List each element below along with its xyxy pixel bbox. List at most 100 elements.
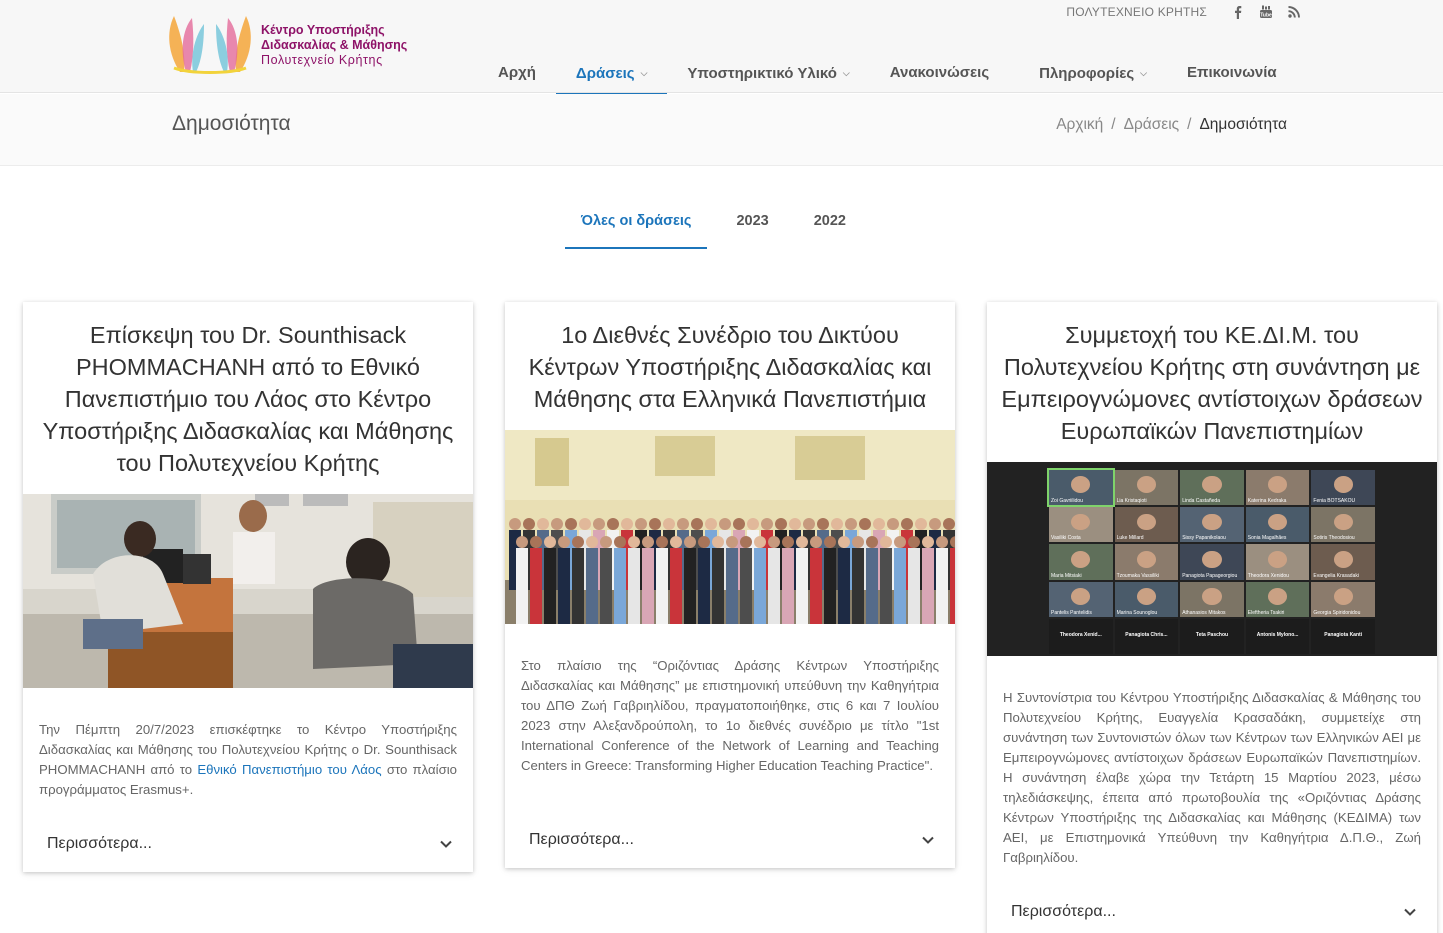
chevron-down-icon[interactable] [921, 833, 935, 847]
participant-face [1071, 550, 1091, 568]
participant-tile: Maria Mitsiaki [1049, 544, 1113, 580]
participant-face [1202, 550, 1222, 568]
participant-face [1268, 476, 1288, 494]
participant-face [1268, 513, 1288, 531]
participant-tile: Panagiota Kanti [1311, 618, 1375, 654]
participant-face [1333, 476, 1353, 494]
participant-tile: Panagiota Chris... [1114, 618, 1179, 654]
participant-name: Tzoumaka Vassiliki [1116, 572, 1160, 579]
participant-face [1071, 476, 1091, 494]
read-more-row[interactable]: Περισσότερα... [529, 829, 935, 851]
participant-tile: Theodora Xenidou [1245, 544, 1310, 580]
card-title[interactable]: 1ο Διεθνές Συνέδριο του Δικτύου Κέντρων … [505, 302, 955, 415]
tab-2022[interactable]: 2022 [798, 200, 862, 249]
tab-2023[interactable]: 2023 [720, 200, 784, 249]
participant-name: Panagiota Papageorgiou [1182, 572, 1238, 579]
participant-face [1136, 587, 1156, 605]
participant-face [1268, 587, 1288, 605]
read-more-link[interactable]: Περισσότερα... [47, 835, 152, 853]
nav-label: Επικοινωνία [1187, 64, 1277, 81]
participant-tile: Tzoumaka Vassiliki [1114, 544, 1179, 580]
logo-line-1: Κέντρο Υποστήριξης [261, 23, 385, 37]
participant-tile: Pantelis Pantelidis [1049, 581, 1113, 617]
site-logo[interactable]: Κέντρο Υποστήριξης Διδασκαλίας & Μάθησης… [160, 12, 410, 76]
breadcrumb-current: Δημοσιότητα [1199, 116, 1287, 133]
page-title-bar: Δημοσιότητα Αρχική / Δράσεις / Δημοσιότη… [0, 94, 1443, 166]
participant-name: Antonis Mylono... [1256, 632, 1299, 639]
participant-name: Maria Mitsiaki [1051, 572, 1082, 579]
nav-item-announcements[interactable]: Ανακοινώσεις [870, 52, 1019, 94]
participant-tile: Luke Millard [1114, 507, 1179, 543]
tab-all-actions[interactable]: Όλες οι δράσεις [565, 200, 708, 249]
breadcrumb-separator: / [1111, 116, 1116, 133]
site-header: Κέντρο Υποστήριξης Διδασκαλίας & Μάθησης… [0, 0, 1443, 95]
participant-tile: Georgia Spiridonidou [1311, 581, 1375, 617]
participant-name: Vasiliki Costa [1051, 535, 1081, 542]
card-photo[interactable]: Zoi Gavriilidou Lia Kristaqioti Linda Cast… [987, 462, 1437, 656]
participant-name: Pantelis Pantelidis [1051, 609, 1092, 616]
logo-line-2: Διδασκαλίας & Μάθησης [261, 38, 408, 52]
nav-label: Πληροφορίες [1039, 65, 1135, 82]
participant-name: Theodora Xenid... [1059, 632, 1102, 639]
chevron-down-icon[interactable] [1403, 905, 1417, 919]
participant-face [1333, 587, 1353, 605]
facebook-icon[interactable] [1231, 5, 1245, 19]
participant-name: Sissy Papanikolaou [1182, 535, 1226, 542]
participant-tile: Panagiota Papageorgiou [1180, 544, 1244, 580]
nav-item-support-material[interactable]: Υποστηρικτικό Υλικό ⌵ [667, 52, 869, 94]
youtube-icon[interactable]: Tube [1259, 5, 1273, 19]
logo-lotus-icon [169, 16, 251, 74]
read-more-link[interactable]: Περισσότερα... [1011, 903, 1116, 921]
chevron-down-icon[interactable] [439, 837, 453, 851]
participant-name: Sotiris Theodosiou [1313, 535, 1355, 542]
breadcrumb-separator: / [1187, 116, 1192, 133]
card-title[interactable]: Επίσκεψη του Dr. Sounthisack PHOMMACHANH… [23, 302, 473, 479]
rss-icon[interactable] [1287, 5, 1301, 19]
read-more-link[interactable]: Περισσότερα... [529, 831, 634, 849]
participant-name: Eleftheria Tsakiri [1247, 609, 1285, 616]
read-more-row[interactable]: Περισσότερα... [47, 833, 453, 855]
breadcrumb-actions[interactable]: Δράσεις [1124, 116, 1180, 134]
participant-name: Theodora Xenidou [1247, 572, 1289, 579]
participant-face [1333, 550, 1353, 568]
nav-label: Αρχή [498, 64, 536, 81]
participant-tile: Teta Paschou [1180, 618, 1244, 654]
participant-name: Katerina Kedraka [1247, 498, 1287, 505]
card-photo[interactable] [505, 430, 955, 624]
card-title[interactable]: Συμμετοχή του ΚΕ.ΔΙ.Μ. του Πολυτεχνείου … [987, 302, 1437, 447]
card-excerpt: Στο πλαίσιο της “Οριζόντιας Δράσης Κέντρ… [521, 658, 939, 773]
participant-tile: Sotiris Theodosiou [1311, 507, 1375, 543]
participant-name: Linda Castañeda [1182, 498, 1220, 505]
participant-name: Panagiota Chris... [1125, 632, 1168, 639]
participant-name: Luke Millard [1116, 535, 1144, 542]
university-link[interactable]: ΠΟΛΥΤΕΧΝΕΙΟ ΚΡΗΤΗΣ [1066, 5, 1207, 19]
participant-name: Sonia Magalhães [1247, 535, 1287, 542]
page-title: Δημοσιότητα [172, 112, 291, 135]
participant-tile: Zoi Gavriilidou [1047, 467, 1115, 508]
participant-name: Georgia Spiridonidou [1313, 609, 1361, 616]
card-excerpt-link[interactable]: Εθνικό Πανεπιστήμιο του Λάος [197, 762, 381, 777]
nav-item-home[interactable]: Αρχή [478, 52, 556, 94]
card-excerpt: Η Συντονίστρια του Κέντρου Υποστήριξης Δ… [1003, 690, 1421, 865]
participant-tile: Athanasios Mitakos [1180, 581, 1244, 617]
nav-item-actions[interactable]: Δράσεις ⌵ [555, 52, 668, 95]
participant-tile: Katerina Kedraka [1245, 470, 1310, 506]
breadcrumb-home[interactable]: Αρχική [1056, 116, 1103, 134]
nav-item-contact[interactable]: Επικοινωνία [1167, 52, 1297, 94]
card-photo[interactable] [23, 494, 473, 688]
participant-tile: Theodora Xenid... [1049, 618, 1113, 654]
news-card: 1ο Διεθνές Συνέδριο του Δικτύου Κέντρων … [505, 302, 955, 868]
chevron-down-icon: ⌵ [1140, 68, 1147, 78]
participant-name: Teta Paschou [1195, 632, 1229, 639]
participant-face [1071, 587, 1091, 605]
office-visit-photo [23, 494, 473, 688]
participant-face [1202, 587, 1222, 605]
participant-face [1333, 513, 1353, 531]
participant-face [1202, 513, 1222, 531]
read-more-row[interactable]: Περισσότερα... [1011, 901, 1417, 923]
nav-item-information[interactable]: Πληροφορίες ⌵ [1019, 52, 1167, 94]
participant-tile: Evangelia Krasadaki [1311, 544, 1375, 580]
participant-name: Lia Kristaqioti [1116, 498, 1147, 505]
conference-group-photo [505, 430, 955, 624]
participant-tile: Marina Sounoglou [1114, 581, 1179, 617]
